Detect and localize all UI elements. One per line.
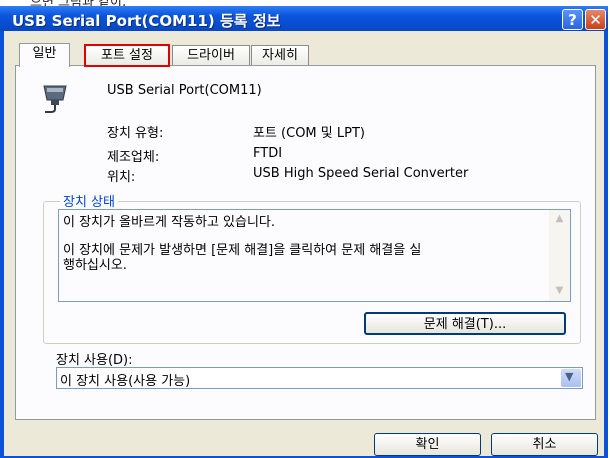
close-button[interactable]: ✕	[585, 9, 606, 30]
status-line-3: 행하십시오.	[63, 258, 127, 273]
help-icon: ?	[568, 11, 577, 29]
tab-details[interactable]: 자세히	[251, 45, 309, 65]
troubleshoot-button[interactable]: 문제 해결(T)...	[364, 312, 566, 335]
device-name: USB Serial Port(COM11)	[107, 83, 262, 98]
serial-port-icon	[40, 82, 70, 114]
tab-label: 자세히	[262, 48, 298, 63]
chevron-down-icon: ▼	[565, 370, 574, 383]
dropdown-button[interactable]: ▼	[561, 369, 581, 387]
window-title: USB Serial Port(COM11) 등록 정보	[12, 12, 281, 30]
tab-general[interactable]: 일반	[19, 43, 70, 67]
tab-label: 포트 설정	[101, 48, 153, 63]
device-status-title: 장치 상태	[60, 191, 118, 210]
location-value: USB High Speed Serial Converter	[253, 166, 469, 181]
tab-label: 드라이버	[187, 48, 235, 63]
device-type-value: 포트 (COM 및 LPT)	[253, 126, 365, 141]
status-line-1: 이 장치가 올바르게 작동하고 있습니다.	[63, 215, 276, 230]
close-icon: ✕	[589, 11, 602, 29]
manufacturer-label: 제조업체:	[107, 150, 160, 165]
help-button[interactable]: ?	[562, 9, 583, 30]
cancel-button[interactable]: 취소	[491, 433, 598, 456]
tab-label: 일반	[32, 46, 57, 61]
ok-button[interactable]: 확인	[374, 433, 481, 456]
manufacturer-value: FTDI	[253, 146, 283, 161]
status-scrollbar[interactable]: ▲ ▼	[549, 210, 570, 301]
scroll-down-icon[interactable]: ▼	[551, 283, 568, 299]
tab-port-settings[interactable]: 포트 설정	[84, 44, 170, 67]
device-usage-value: 이 장치 사용(사용 가능)	[60, 374, 191, 389]
location-label: 위치:	[107, 170, 136, 185]
device-type-label: 장치 유형:	[107, 126, 164, 141]
tab-driver[interactable]: 드라이버	[172, 45, 250, 65]
scroll-up-icon[interactable]: ▲	[551, 211, 568, 227]
device-usage-label: 장치 사용(D):	[56, 353, 133, 368]
